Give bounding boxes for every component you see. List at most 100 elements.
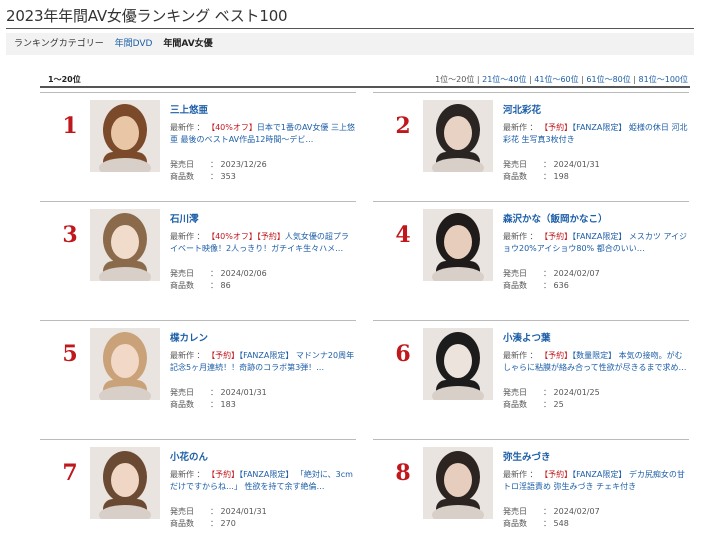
release-date-row: 発売日 ： 2024/02/06 (170, 268, 267, 280)
colon: ： (543, 519, 551, 528)
rank-number: 8 (395, 460, 411, 486)
latest-label: 最新作 (170, 470, 194, 479)
release-date-row: 発売日 ： 2024/01/31 (503, 159, 600, 171)
actress-name-link[interactable]: 弥生みづき (503, 449, 551, 463)
item-count-row: 商品数 ： 86 (170, 280, 231, 292)
latest-work: 最新作 ： 【予約】【数量限定】 本気の接吻。がむしゃらに粘膜が絡み合って性欲が… (503, 350, 689, 386)
item-count: 25 (553, 400, 564, 409)
colon: ： (529, 470, 538, 479)
rank-number: 5 (62, 341, 78, 367)
actress-name-link[interactable]: 森沢かな（飯岡かなこ） (503, 211, 608, 225)
page-title: 2023年年間AV女優ランキング ベスト100 (6, 7, 288, 25)
item-count: 86 (220, 281, 231, 290)
actress-photo[interactable] (90, 328, 160, 400)
colon: ： (210, 400, 218, 409)
actress-name-link[interactable]: 楪カレン (170, 330, 208, 344)
promo-tag: 【40%オフ】 (207, 232, 257, 241)
latest-work: 最新作 ： 【予約】【FANZA限定】 マドンナ20周年記念5ヶ月連続！！奇跡の… (170, 350, 356, 386)
item-count-row: 商品数 ： 198 (503, 171, 569, 183)
latest-label: 最新作 (170, 351, 194, 360)
colon: ： (196, 232, 205, 241)
pager-link-41-60[interactable]: 41位～60位 (534, 75, 578, 84)
actress-photo[interactable] (423, 328, 493, 400)
item-count-row: 商品数 ： 636 (503, 280, 569, 292)
release-label: 発売日 (503, 269, 527, 278)
count-label: 商品数 (503, 400, 527, 409)
rank-number: 7 (62, 460, 78, 486)
release-label: 発売日 (503, 388, 527, 397)
colon: ： (543, 400, 551, 409)
colon: ： (529, 351, 538, 360)
title-divider (6, 28, 694, 29)
ranking-card: 8 弥生みづき最新作 ： 【予約】【FANZA限定】 デカ尻痴女の甘トロ淫語責め … (373, 439, 689, 558)
pager-link-21-40[interactable]: 21位～40位 (482, 75, 526, 84)
pager-link-81-100[interactable]: 81位～100位 (639, 75, 688, 84)
release-date-row: 発売日 ： 2024/02/07 (503, 506, 600, 518)
latest-label: 最新作 (503, 470, 527, 479)
release-date: 2024/02/07 (553, 269, 600, 278)
colon: ： (543, 172, 551, 181)
release-date-row: 発売日 ： 2024/01/25 (503, 387, 600, 399)
item-count: 548 (553, 519, 569, 528)
category-link-annual-dvd[interactable]: 年間DVD (115, 39, 153, 49)
count-label: 商品数 (503, 172, 527, 181)
latest-work: 最新作 ： 【予約】【FANZA限定】 デカ尻痴女の甘トロ淫語責め 弥生みづき … (503, 469, 689, 505)
promo-tag: 【予約】 (540, 470, 573, 479)
release-label: 発売日 (170, 160, 194, 169)
count-label: 商品数 (503, 519, 527, 528)
colon: ： (529, 232, 538, 241)
latest-label: 最新作 (503, 351, 527, 360)
actress-name-link[interactable]: 小湊よつ葉 (503, 330, 551, 344)
pager-separator: | (630, 75, 639, 84)
actress-photo[interactable] (423, 100, 493, 172)
latest-work: 最新作 ： 【40%オフ】日本で1番のAV女優 三上悠亜 最後のベストAV作品1… (170, 122, 356, 158)
range-current: 1～20位 (48, 75, 81, 84)
latest-label: 最新作 (170, 123, 194, 132)
ranking-card: 1 三上悠亜最新作 ： 【40%オフ】日本で1番のAV女優 三上悠亜 最後のベスト… (40, 92, 356, 211)
release-label: 発売日 (503, 160, 527, 169)
pager: 1位～20位 | 21位～40位 | 41位～60位 | 61位～80位 | 8… (435, 74, 688, 85)
count-label: 商品数 (170, 519, 194, 528)
promo-tag: 【予約】 (540, 232, 573, 241)
item-count-row: 商品数 ： 270 (170, 518, 236, 530)
colon: ： (543, 507, 551, 516)
actress-photo[interactable] (423, 209, 493, 281)
item-count: 198 (553, 172, 569, 181)
promo-tag: 【予約】 (256, 232, 285, 241)
promo-tag: 【予約】 (540, 351, 573, 360)
actress-name-link[interactable]: 小花のん (170, 449, 208, 463)
release-label: 発売日 (170, 269, 194, 278)
promo-tag: 【予約】 (207, 351, 240, 360)
colon: ： (196, 470, 205, 479)
latest-work: 最新作 ： 【40%オフ】【予約】人気女優の超プライベート映像！2人っきり！ガチ… (170, 231, 356, 267)
colon: ： (543, 388, 551, 397)
actress-photo[interactable] (90, 100, 160, 172)
colon: ： (210, 388, 218, 397)
count-label: 商品数 (503, 281, 527, 290)
latest-label: 最新作 (503, 123, 527, 132)
ranking-card: 3 石川澪 最新作 ： 【40%オフ】【予約】人気女優の超プライベート映像！2人っき… (40, 201, 356, 320)
actress-name-link[interactable]: 河北彩花 (503, 102, 541, 116)
colon: ： (210, 160, 218, 169)
promo-tag: 【予約】 (207, 470, 240, 479)
release-date: 2024/01/31 (220, 388, 267, 397)
promo-tag: 【40%オフ】 (207, 123, 257, 132)
actress-photo[interactable] (423, 447, 493, 519)
actress-name-link[interactable]: 三上悠亜 (170, 102, 208, 116)
promo-tag: 【予約】 (540, 123, 573, 132)
release-label: 発売日 (170, 507, 194, 516)
colon: ： (210, 519, 218, 528)
pager-current: 1位～20位 (435, 75, 475, 84)
actress-photo[interactable] (90, 209, 160, 281)
release-date: 2023/12/26 (220, 160, 267, 169)
release-date: 2024/01/31 (553, 160, 600, 169)
count-label: 商品数 (170, 400, 194, 409)
rank-number: 1 (62, 113, 78, 139)
latest-work: 最新作 ： 【予約】【FANZA限定】 「絶対に、3cmだけですからね…」 性欲… (170, 469, 356, 505)
count-label: 商品数 (170, 281, 194, 290)
rank-number: 6 (395, 341, 411, 367)
actress-name-link[interactable]: 石川澪 (170, 211, 199, 225)
actress-photo[interactable] (90, 447, 160, 519)
colon: ： (210, 172, 218, 181)
pager-link-61-80[interactable]: 61位～80位 (586, 75, 630, 84)
